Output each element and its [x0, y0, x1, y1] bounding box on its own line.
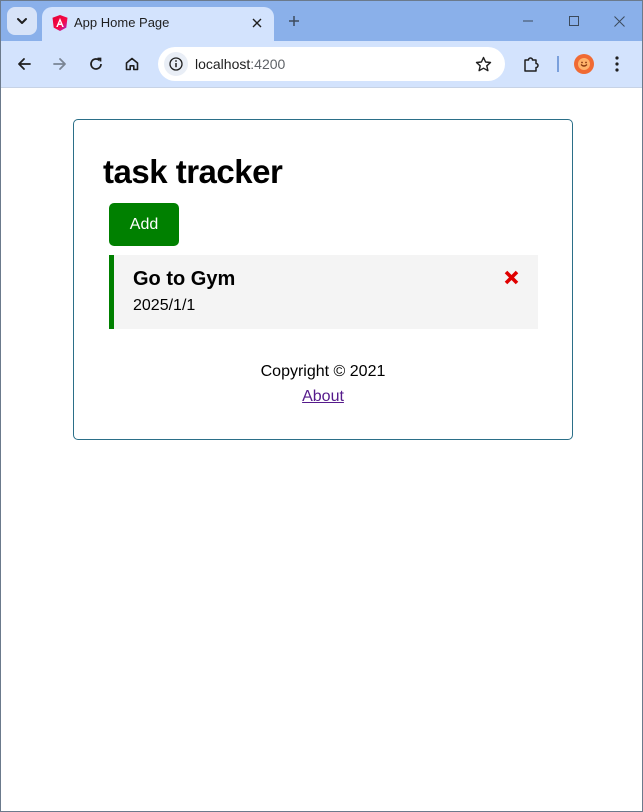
browser-menu-button[interactable]	[605, 52, 629, 76]
url-text[interactable]: localhost:4200	[195, 56, 285, 72]
task-date: 2025/1/1	[133, 297, 196, 314]
tab-title: App Home Page	[74, 15, 170, 30]
copyright-text: Copyright © 2021	[260, 363, 386, 380]
extensions-button[interactable]	[519, 52, 543, 76]
tab-search-button[interactable]	[7, 7, 37, 35]
new-tab-button[interactable]	[284, 11, 304, 31]
browser-toolbar: localhost:4200	[1, 41, 642, 87]
add-task-button[interactable]: Add	[109, 203, 179, 246]
site-info-icon[interactable]	[164, 52, 188, 76]
minimize-icon	[523, 20, 533, 22]
plus-icon	[289, 16, 299, 26]
task-title: Go to Gym	[133, 268, 236, 290]
close-window-button[interactable]	[596, 1, 642, 41]
maximize-icon	[569, 16, 579, 26]
chevron-down-icon	[17, 18, 27, 24]
tab-strip: App Home Page	[1, 1, 642, 41]
footer: Copyright © 2021 About	[74, 360, 572, 410]
toolbar-divider	[557, 56, 559, 72]
delete-task-icon[interactable]	[502, 268, 520, 286]
page-title: task tracker	[103, 153, 283, 190]
maximize-button[interactable]	[551, 1, 597, 41]
about-link[interactable]: About	[302, 384, 344, 410]
address-bar[interactable]: localhost:4200	[158, 47, 505, 81]
home-button[interactable]	[120, 52, 144, 76]
app-container: task tracker Add Go to Gym 2025/1/1 Copy…	[73, 119, 573, 440]
task-item[interactable]: Go to Gym 2025/1/1	[109, 255, 538, 329]
bookmark-star-icon[interactable]	[473, 54, 493, 74]
home-icon	[125, 57, 139, 71]
avatar-icon	[578, 58, 590, 70]
reload-icon	[90, 57, 102, 70]
tab-active[interactable]: App Home Page	[42, 7, 274, 41]
url-host: localhost	[195, 56, 251, 72]
arrow-right-icon	[53, 58, 66, 70]
page-viewport: task tracker Add Go to Gym 2025/1/1 Copy…	[1, 88, 642, 811]
more-vertical-icon	[615, 56, 619, 72]
puzzle-icon	[524, 57, 539, 72]
minimize-button[interactable]	[505, 1, 551, 41]
back-button[interactable]	[12, 52, 36, 76]
profile-avatar[interactable]	[574, 54, 594, 74]
angular-icon	[52, 15, 68, 31]
url-port: :4200	[250, 56, 286, 72]
arrow-left-icon	[18, 58, 31, 70]
tab-close-icon[interactable]	[248, 14, 266, 32]
forward-button[interactable]	[48, 52, 72, 76]
close-icon	[613, 15, 625, 27]
reload-button[interactable]	[84, 52, 108, 76]
